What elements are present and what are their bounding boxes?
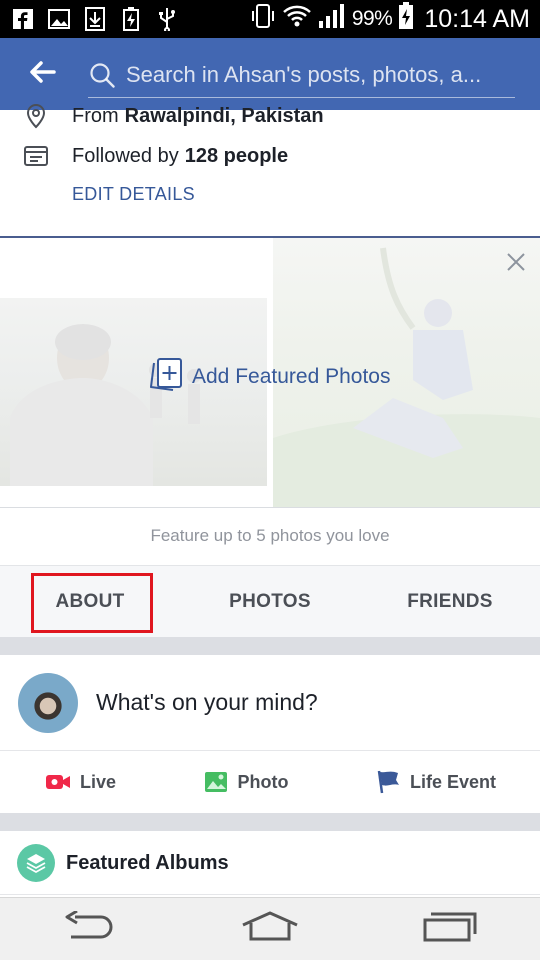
profile-details: From Rawalpindi, Pakistan Followed by 12… (0, 104, 540, 237)
featured-albums-title: Featured Albums (66, 852, 229, 874)
arrow-left-icon (28, 60, 56, 89)
clock: 10:14 AM (424, 4, 530, 33)
followers-row: Followed by 128 people (22, 142, 288, 170)
life-event-button[interactable]: Life Event (330, 751, 540, 813)
photo-button[interactable]: Photo (160, 751, 330, 813)
photo-icon (202, 770, 230, 794)
back-button[interactable] (22, 54, 62, 94)
wifi-icon (282, 4, 312, 35)
location-pin-icon (22, 102, 50, 130)
section-gap (0, 637, 540, 655)
close-featured-button[interactable] (502, 248, 530, 276)
system-indicators: 99% 10:14 AM (250, 0, 530, 38)
from-place: Rawalpindi, Pakistan (124, 104, 324, 127)
search-icon (88, 61, 116, 89)
add-featured-photos-button[interactable]: Add Featured Photos (148, 356, 390, 397)
search-bar[interactable] (88, 52, 515, 98)
download-icon (84, 7, 106, 31)
close-icon (502, 253, 530, 280)
notification-icons (12, 6, 178, 32)
followed-count: 128 people (184, 144, 289, 167)
composer-actions: Live Photo Life Event (0, 751, 540, 813)
battery-percent: 99% (351, 7, 393, 30)
add-photo-frame-icon (148, 356, 184, 397)
photo-label: Photo (237, 771, 289, 792)
nav-home-button[interactable] (235, 909, 305, 949)
tab-friends[interactable]: FRIENDS (360, 566, 540, 637)
recents-icon (423, 912, 477, 947)
home-icon (241, 910, 299, 948)
followers-card-icon (22, 142, 50, 170)
avatar (18, 673, 78, 733)
status-composer[interactable]: What's on your mind? (0, 655, 540, 751)
vibrate-icon (250, 3, 276, 36)
albums-stack-icon (17, 844, 55, 882)
from-row: From Rawalpindi, Pakistan (22, 102, 324, 130)
profile-tabs: ABOUT PHOTOS FRIENDS (0, 565, 540, 637)
from-prefix: From (72, 104, 119, 127)
live-label: Live (79, 771, 117, 792)
signal-icon (318, 3, 346, 36)
nav-back-icon (63, 909, 117, 948)
status-bar: 99% 10:14 AM (0, 0, 540, 38)
followed-prefix: Followed by (72, 144, 179, 167)
battery-charging-icon (120, 7, 142, 31)
battery-icon (398, 1, 414, 37)
app-bar (0, 38, 540, 110)
live-video-icon (44, 770, 72, 794)
system-nav-bar (0, 897, 540, 960)
section-gap (0, 813, 540, 831)
composer-prompt[interactable]: What's on your mind? (96, 689, 318, 716)
featured-albums-row[interactable]: Featured Albums (0, 831, 540, 895)
facebook-icon (12, 7, 34, 31)
nav-back-button[interactable] (55, 909, 125, 949)
search-input[interactable] (126, 61, 511, 88)
image-icon (48, 7, 70, 31)
featured-photos-area: Add Featured Photos (0, 238, 540, 508)
about-highlight-box (31, 573, 153, 633)
flag-icon (374, 770, 402, 794)
add-featured-label: Add Featured Photos (192, 364, 391, 388)
featured-caption: Feature up to 5 photos you love (0, 508, 540, 565)
usb-icon (156, 7, 178, 31)
life-event-label: Life Event (409, 771, 497, 792)
nav-recents-button[interactable] (415, 909, 485, 949)
live-button[interactable]: Live (0, 751, 160, 813)
tab-photos[interactable]: PHOTOS (180, 566, 360, 637)
edit-details-link[interactable]: EDIT DETAILS (72, 184, 195, 205)
